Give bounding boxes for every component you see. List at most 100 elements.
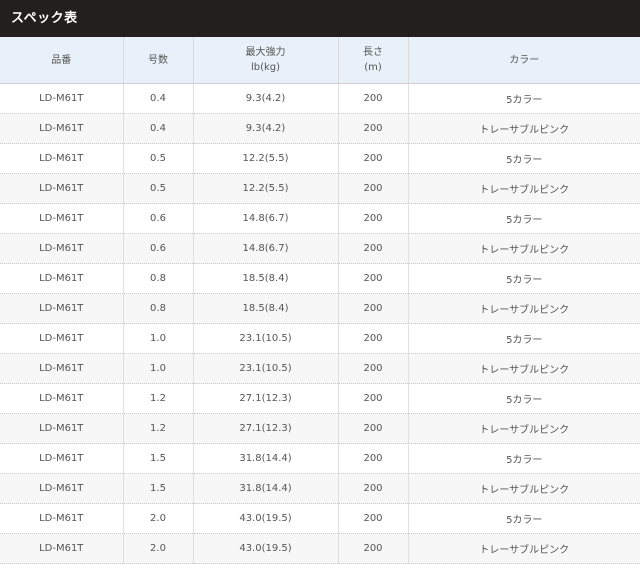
cell-length: 200 <box>337 203 408 234</box>
spec-table-header: 品番 号数 最大強力 lb(kg) 長さ (m) カラー <box>0 37 640 84</box>
cell-max-strength: 9.3(4.2) <box>192 83 338 114</box>
table-row: LD-M61T 2.0 43.0(19.5) 200 トレーサブルピンク <box>0 533 640 564</box>
table-row: LD-M61T 0.4 9.3(4.2) 200 5カラー <box>0 83 640 114</box>
cell-line-number: 1.0 <box>122 323 193 354</box>
cell-length: 200 <box>337 323 408 354</box>
cell-length: 200 <box>337 443 408 474</box>
cell-max-strength: 18.5(8.4) <box>192 263 338 294</box>
cell-max-strength: 31.8(14.4) <box>192 473 338 504</box>
cell-max-strength: 12.2(5.5) <box>192 173 338 204</box>
spec-table: 品番 号数 最大強力 lb(kg) 長さ (m) カラー LD-M61T 0.4 9.3(4.2… <box>0 37 640 564</box>
cell-line-number: 0.4 <box>122 113 193 144</box>
cell-color: トレーサブルピンク <box>407 293 640 324</box>
cell-color: 5カラー <box>407 323 640 354</box>
cell-length: 200 <box>337 353 408 384</box>
cell-product-code: LD-M61T <box>0 443 123 474</box>
cell-color: トレーサブルピンク <box>407 473 640 504</box>
cell-product-code: LD-M61T <box>0 203 123 234</box>
cell-length: 200 <box>337 413 408 444</box>
cell-product-code: LD-M61T <box>0 113 123 144</box>
cell-max-strength: 23.1(10.5) <box>192 353 338 384</box>
cell-color: 5カラー <box>407 143 640 174</box>
cell-length: 200 <box>337 173 408 204</box>
cell-product-code: LD-M61T <box>0 233 123 264</box>
cell-product-code: LD-M61T <box>0 323 123 354</box>
header-label: 長さ <box>363 47 383 58</box>
cell-length: 200 <box>337 233 408 264</box>
header-label: lb(kg) <box>250 62 281 73</box>
table-row: LD-M61T 1.2 27.1(12.3) 200 5カラー <box>0 383 640 414</box>
header-label: 最大強力 <box>245 47 286 58</box>
cell-product-code: LD-M61T <box>0 473 123 504</box>
table-row: LD-M61T 0.6 14.8(6.7) 200 トレーサブルピンク <box>0 233 640 264</box>
cell-max-strength: 27.1(12.3) <box>192 413 338 444</box>
cell-color: トレーサブルピンク <box>407 173 640 204</box>
cell-max-strength: 43.0(19.5) <box>192 503 338 534</box>
cell-color: トレーサブルピンク <box>407 413 640 444</box>
cell-product-code: LD-M61T <box>0 353 123 384</box>
cell-color: トレーサブルピンク <box>407 113 640 144</box>
cell-color: トレーサブルピンク <box>407 353 640 384</box>
cell-max-strength: 14.8(6.7) <box>192 233 338 264</box>
header-row: 品番 号数 最大強力 lb(kg) 長さ (m) カラー <box>0 37 640 84</box>
spec-table-title: スペック表 <box>0 0 640 37</box>
header-length: 長さ (m) <box>337 37 408 84</box>
cell-product-code: LD-M61T <box>0 503 123 534</box>
cell-line-number: 1.2 <box>122 413 193 444</box>
cell-line-number: 0.5 <box>122 173 193 204</box>
table-row: LD-M61T 1.2 27.1(12.3) 200 トレーサブルピンク <box>0 413 640 444</box>
cell-line-number: 1.0 <box>122 353 193 384</box>
cell-line-number: 0.8 <box>122 293 193 324</box>
cell-line-number: 2.0 <box>122 503 193 534</box>
table-row: LD-M61T 1.5 31.8(14.4) 200 5カラー <box>0 443 640 474</box>
cell-length: 200 <box>337 503 408 534</box>
cell-length: 200 <box>337 383 408 414</box>
cell-product-code: LD-M61T <box>0 293 123 324</box>
cell-product-code: LD-M61T <box>0 173 123 204</box>
cell-color: 5カラー <box>407 443 640 474</box>
table-row: LD-M61T 1.0 23.1(10.5) 200 5カラー <box>0 323 640 354</box>
cell-color: トレーサブルピンク <box>407 233 640 264</box>
cell-length: 200 <box>337 473 408 504</box>
cell-line-number: 1.2 <box>122 383 193 414</box>
cell-max-strength: 18.5(8.4) <box>192 293 338 324</box>
table-row: LD-M61T 0.4 9.3(4.2) 200 トレーサブルピンク <box>0 113 640 144</box>
cell-color: 5カラー <box>407 83 640 114</box>
table-row: LD-M61T 0.6 14.8(6.7) 200 5カラー <box>0 203 640 234</box>
cell-line-number: 2.0 <box>122 533 193 564</box>
cell-max-strength: 27.1(12.3) <box>192 383 338 414</box>
header-line-number: 号数 <box>122 37 193 84</box>
cell-line-number: 0.6 <box>122 203 193 234</box>
cell-max-strength: 9.3(4.2) <box>192 113 338 144</box>
header-max-strength: 最大強力 lb(kg) <box>192 37 338 84</box>
cell-product-code: LD-M61T <box>0 263 123 294</box>
cell-max-strength: 14.8(6.7) <box>192 203 338 234</box>
cell-product-code: LD-M61T <box>0 413 123 444</box>
cell-max-strength: 23.1(10.5) <box>192 323 338 354</box>
cell-product-code: LD-M61T <box>0 533 123 564</box>
cell-color: 5カラー <box>407 263 640 294</box>
cell-color: 5カラー <box>407 503 640 534</box>
table-row: LD-M61T 0.5 12.2(5.5) 200 5カラー <box>0 143 640 174</box>
spec-table-body: LD-M61T 0.4 9.3(4.2) 200 5カラー LD-M61T 0.4 9.3(4… <box>0 83 640 564</box>
cell-length: 200 <box>337 83 408 114</box>
table-row: LD-M61T 0.5 12.2(5.5) 200 トレーサブルピンク <box>0 173 640 204</box>
cell-color: 5カラー <box>407 203 640 234</box>
table-row: LD-M61T 2.0 43.0(19.5) 200 5カラー <box>0 503 640 534</box>
cell-line-number: 0.6 <box>122 233 193 264</box>
cell-color: トレーサブルピンク <box>407 533 640 564</box>
cell-line-number: 0.4 <box>122 83 193 114</box>
cell-length: 200 <box>337 113 408 144</box>
cell-length: 200 <box>337 533 408 564</box>
cell-line-number: 1.5 <box>122 473 193 504</box>
header-label: カラー <box>509 54 540 66</box>
table-row: LD-M61T 1.5 31.8(14.4) 200 トレーサブルピンク <box>0 473 640 504</box>
table-row: LD-M61T 0.8 18.5(8.4) 200 5カラー <box>0 263 640 294</box>
table-row: LD-M61T 1.0 23.1(10.5) 200 トレーサブルピンク <box>0 353 640 384</box>
cell-line-number: 0.8 <box>122 263 193 294</box>
cell-length: 200 <box>337 293 408 324</box>
cell-product-code: LD-M61T <box>0 143 123 174</box>
header-label: 品番 <box>51 54 72 66</box>
cell-max-strength: 31.8(14.4) <box>192 443 338 474</box>
cell-color: 5カラー <box>407 383 640 414</box>
